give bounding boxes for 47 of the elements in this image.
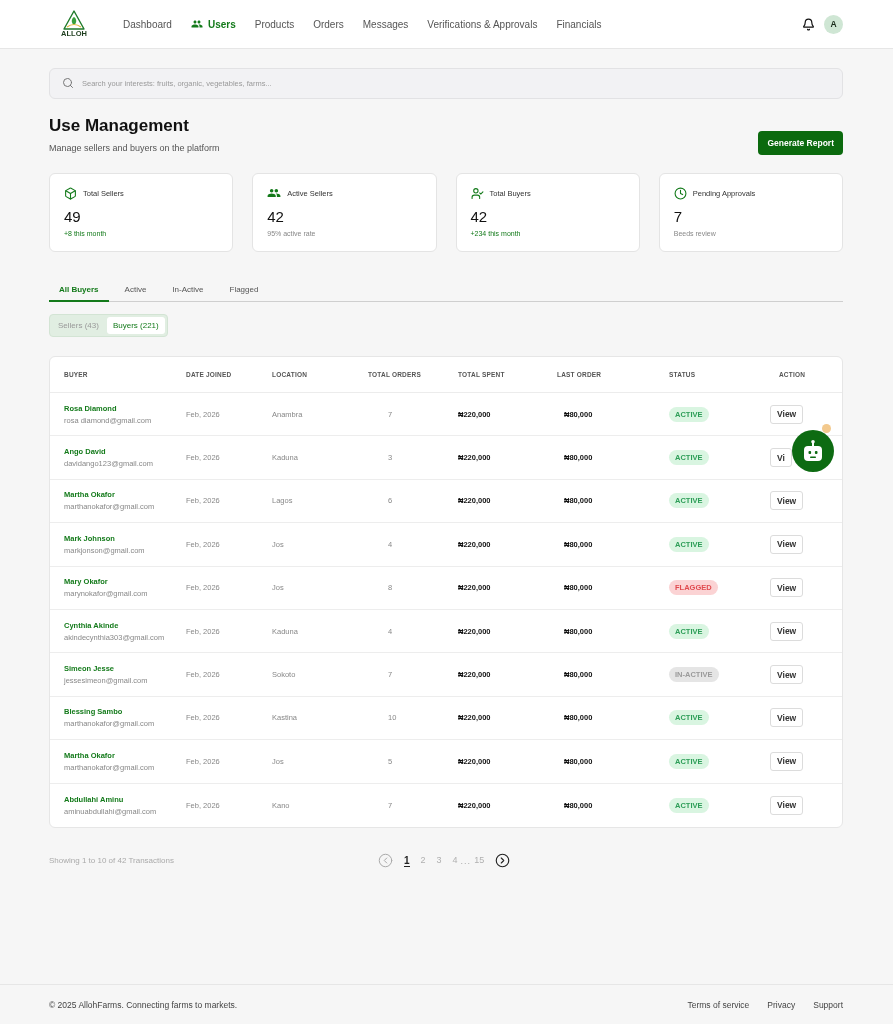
filter-tab[interactable]: All Buyers xyxy=(49,281,109,302)
nav-link[interactable]: Messages xyxy=(362,18,409,30)
view-button[interactable]: View xyxy=(770,708,804,728)
nav-link[interactable]: Verifications & Approvals xyxy=(427,18,538,30)
view-button[interactable]: View xyxy=(770,795,804,815)
next-page-icon[interactable] xyxy=(495,853,511,869)
chat-bot-button[interactable] xyxy=(792,430,834,472)
page-link[interactable]: 1 xyxy=(404,854,410,867)
filter-tab[interactable]: Flagged xyxy=(219,281,269,302)
people-icon xyxy=(190,18,203,30)
footer-link[interactable]: Privacy xyxy=(767,999,796,1010)
page-ellipsis: ... xyxy=(460,855,472,866)
nav-link[interactable]: Financials xyxy=(556,18,602,30)
copyright-text: © 2025 AllohFarms. Connecting farms to markets. xyxy=(49,999,238,1010)
view-button[interactable]: Vi xyxy=(770,448,792,468)
footer-link[interactable]: Support xyxy=(813,999,843,1010)
generate-report-button[interactable]: Generate Report xyxy=(758,131,843,155)
view-button[interactable]: View xyxy=(770,491,804,511)
view-button[interactable]: View xyxy=(770,578,804,598)
clock-icon xyxy=(673,186,687,200)
view-button[interactable]: View xyxy=(770,534,804,554)
page-subtitle: Manage sellers and buyers on the platform xyxy=(49,143,220,154)
robot-icon xyxy=(802,440,824,462)
stat-value: 42 xyxy=(267,208,285,226)
view-button[interactable]: View xyxy=(770,665,804,685)
stat-value: 42 xyxy=(470,208,489,226)
view-button[interactable]: View xyxy=(770,621,804,641)
leaf-triangle-icon xyxy=(63,10,85,30)
cube-icon xyxy=(64,186,77,200)
nav-link[interactable]: Orders xyxy=(313,18,344,30)
notification-bell-icon[interactable] xyxy=(802,17,815,31)
search-icon xyxy=(62,77,74,89)
page-title: Use Management xyxy=(49,116,190,136)
user-avatar[interactable]: A xyxy=(824,14,843,34)
stat-value: 7 xyxy=(673,208,684,226)
nav-link[interactable]: Products xyxy=(254,18,295,30)
filter-tab[interactable]: Active xyxy=(114,281,157,302)
segment-option[interactable]: Buyers (221) xyxy=(106,317,165,334)
nav-link[interactable]: Users xyxy=(190,18,236,30)
footer-link[interactable]: Terms of service xyxy=(687,999,750,1010)
nav-link[interactable]: Dashboard xyxy=(123,18,172,30)
view-button[interactable]: View xyxy=(770,751,804,771)
people-icon xyxy=(267,186,282,200)
view-button[interactable]: View xyxy=(770,404,804,424)
filter-tab[interactable]: In-Active xyxy=(162,281,214,302)
user-check-icon xyxy=(470,186,484,200)
stat-value: 49 xyxy=(64,208,82,226)
